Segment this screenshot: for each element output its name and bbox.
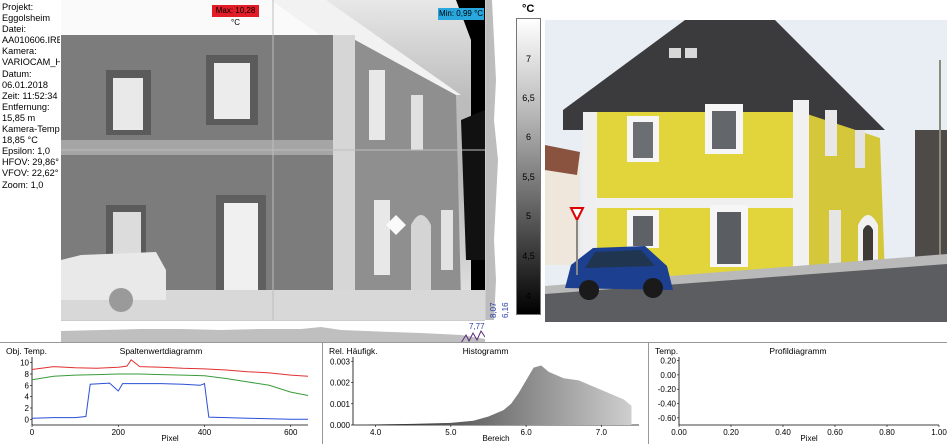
x-axis-label: Bereich (482, 434, 509, 443)
scale-tick: 5 (525, 211, 531, 221)
column-value-chart: 10864200 200 400 600Pixel (20, 357, 309, 443)
metadata-line: 18,85 °C (2, 135, 38, 146)
building-photo-illustration (545, 20, 947, 322)
row-profile-value: 7,77 (469, 322, 485, 331)
x-tick-label: 0.60 (827, 428, 843, 437)
x-tick-label: 7.0 (596, 428, 608, 437)
x-tick-label: 400 (198, 428, 212, 437)
scale-tick: 6 (525, 132, 531, 142)
scale-tick: 4 (525, 291, 531, 301)
y-tick-label: 0.000 (330, 421, 351, 430)
x-tick-label: 200 (112, 428, 126, 437)
column-profile-graph (486, 0, 498, 320)
metadata-line: Eggolsheim (2, 13, 51, 24)
metadata-line: Zeit: 11:52:34 (2, 90, 58, 101)
row-profile-graph (61, 327, 486, 344)
x-tick-label: 0.80 (879, 428, 895, 437)
x-tick-label: 5.0 (445, 428, 457, 437)
y-tick-label: -0.60 (658, 414, 677, 423)
scale-tick: 4,5 (522, 251, 535, 261)
max-temp-badge: Max: 10,28 °C (212, 5, 259, 27)
series-line-3 (31, 382, 308, 420)
scale-tick: 7 (525, 54, 531, 64)
metadata-line: VARIOCAM_HD (2, 57, 60, 68)
x-tick-label: 0.40 (775, 428, 791, 437)
x-tick-label: 0.20 (723, 428, 739, 437)
row-profile-strip: 7,77 (61, 320, 486, 344)
y-tick-label: 4 (25, 393, 30, 402)
metadata-line: Zoom: 1,0 (2, 179, 44, 190)
thermal-building-illustration (61, 0, 485, 320)
metadata-panel: Projekt: Eggolsheim Datei: AA010606.IRB Kame… (0, 0, 60, 342)
metadata-line: 15,85 m (2, 112, 36, 123)
histogram-panel: Rel. Häufigk. Histogramm 0.003 0.002 0.001… (322, 343, 648, 444)
metadata-line: HFOV: 29,86° (2, 157, 59, 168)
profile-diagram-panel: Temp. Profildiagramm 0.20 0.00 -0.20 -0.40-… (648, 343, 947, 444)
x-tick-label: 4.0 (370, 428, 382, 437)
y-tick-label: 0 (25, 415, 30, 424)
metadata-line: AA010606.IRB (2, 35, 60, 46)
x-tick-label: 0 (30, 428, 35, 437)
series-line-1 (31, 359, 309, 377)
histogram-chart: 0.003 0.002 0.001 0.000 4.0 5.0 6.0 7.0 Bereich (330, 357, 639, 443)
series-line-2 (31, 373, 309, 396)
metadata-line: Kamera: (2, 46, 37, 57)
y-tick-label: 0.00 (660, 371, 676, 380)
y-tick-label: 0.20 (660, 357, 676, 366)
y-tick-label: 0.003 (330, 357, 351, 366)
column-value-diagram-panel: Obj. Temp. Spaltenwertdiagramm 10 8 6 4 2 0 0 2… (0, 343, 322, 444)
x-tick-label: 600 (284, 428, 298, 437)
x-axis-label: Pixel (161, 434, 179, 443)
metadata-line: Kamera-Temp.: (2, 124, 60, 135)
visual-photo[interactable] (545, 20, 947, 322)
x-tick-label: 1.00 (931, 428, 947, 437)
scale-tick: 6,5 (522, 93, 535, 103)
y-tick-label: 0.002 (330, 379, 351, 388)
x-tick-label: 0.00 (671, 428, 687, 437)
metadata-line: VFOV: 22,62° (2, 168, 59, 179)
y-tick-label: 2 (25, 404, 30, 413)
x-axis-label: Pixel (800, 434, 818, 443)
y-tick-label: 0.001 (330, 400, 351, 409)
column-profile-value-1: 8,07 (489, 302, 498, 318)
metadata-line: Epsilon: 1,0 (2, 146, 51, 157)
min-temp-badge: Min: 0,99 °C (438, 8, 484, 20)
y-tick-label: 10 (20, 359, 29, 368)
metadata-line: Entfernung: (2, 101, 50, 112)
temperature-scale: °C 7 6,5 6 5,5 5 4,5 4 (512, 0, 545, 320)
metadata-line: Datum: (2, 68, 32, 79)
metadata-line: 06.01.2018 (2, 79, 48, 90)
metadata-line: Datei: (2, 24, 27, 35)
y-tick-label: 8 (25, 370, 30, 379)
thermal-image[interactable]: Max: 10,28 °C Min: 0,99 °C (61, 0, 485, 320)
y-tick-label: 6 (25, 381, 30, 390)
profile-chart: 0.20 0.00 -0.20 -0.40 -0.60 0.00 0.20 0.40 0.60 0… (658, 357, 947, 443)
histogram-area (368, 365, 632, 425)
y-tick-label: -0.20 (658, 385, 677, 394)
metadata-line: Projekt: (2, 2, 34, 12)
y-tick-label: -0.40 (658, 400, 677, 409)
column-profile-value-2: 6,16 (501, 302, 510, 318)
x-tick-label: 6.0 (521, 428, 533, 437)
column-profile-strip: 8,07 6,16 (485, 0, 512, 320)
scale-unit: °C (522, 3, 535, 15)
scale-tick: 5,5 (522, 172, 535, 182)
